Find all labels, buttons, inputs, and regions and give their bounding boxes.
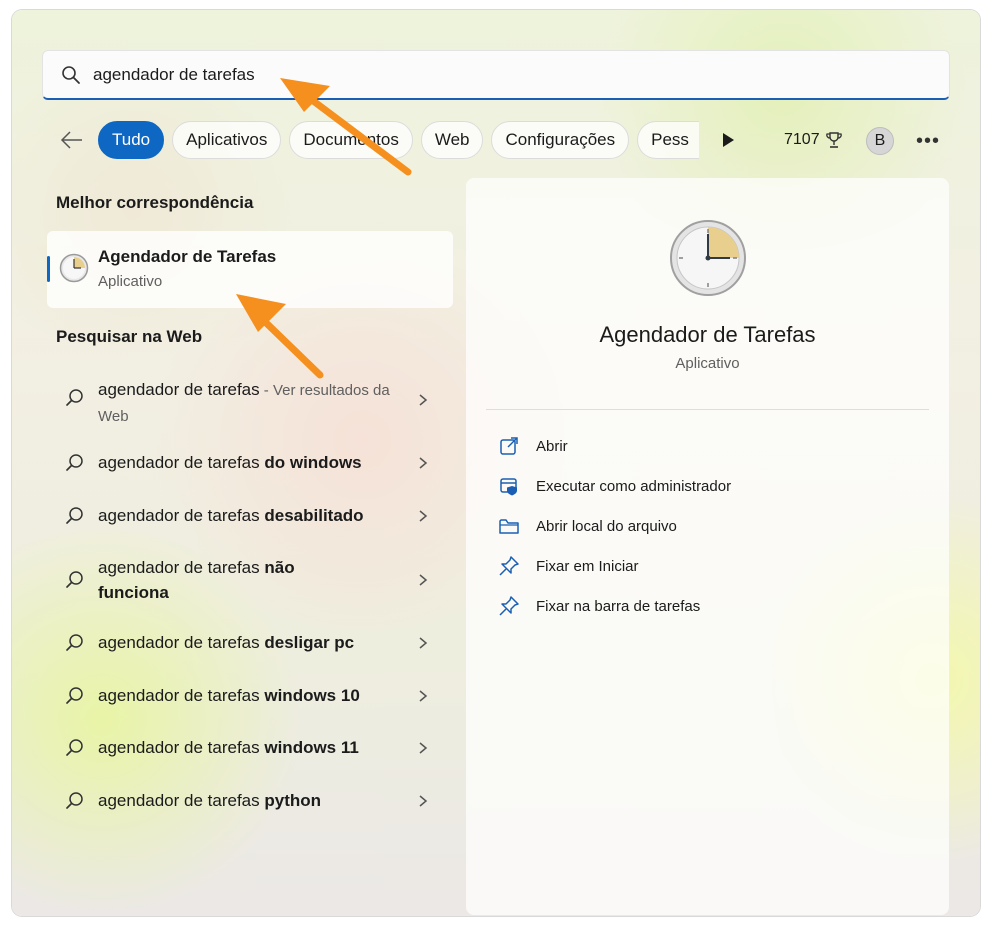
action-pin-to-start[interactable]: Fixar em Iniciar xyxy=(498,551,639,581)
web-result-text: agendador de tarefas xyxy=(98,791,265,810)
chevron-right-icon xyxy=(419,394,428,406)
action-label: Executar como administrador xyxy=(536,477,732,495)
action-label: Fixar na barra de tarefas xyxy=(536,597,701,615)
search-icon xyxy=(66,792,83,809)
web-result-text: agendador de tarefas xyxy=(98,380,260,399)
action-label: Fixar em Iniciar xyxy=(536,557,639,575)
web-result-bold: do windows xyxy=(264,453,362,472)
points-value: 7107 xyxy=(784,131,820,148)
best-match-result[interactable]: Agendador de Tarefas Aplicativo xyxy=(47,231,453,308)
search-icon xyxy=(66,687,83,704)
web-result-bold: windows 11 xyxy=(264,738,359,757)
chevron-right-icon xyxy=(419,795,428,807)
filter-chip-aplicativos[interactable]: Aplicativos xyxy=(172,121,282,159)
shield-admin-icon xyxy=(500,478,517,496)
filter-bar: Tudo Aplicativos Documentos Web Configur… xyxy=(58,120,707,160)
web-result-text: agendador de tarefas xyxy=(98,738,265,757)
best-match-name: Agendador de Tarefas xyxy=(98,247,277,266)
best-match-type: Aplicativo xyxy=(98,273,163,290)
search-box[interactable]: agendador de tarefas xyxy=(42,50,950,100)
chevron-right-icon xyxy=(419,690,428,702)
more-options-icon[interactable]: ••• xyxy=(916,130,940,153)
pin-icon xyxy=(499,556,519,576)
web-result-bold: windows 10 xyxy=(264,686,360,705)
chevron-right-icon xyxy=(419,637,428,649)
web-result-text: agendador de tarefas xyxy=(98,453,265,472)
folder-icon xyxy=(499,519,519,534)
search-icon xyxy=(66,571,83,588)
selection-indicator xyxy=(47,256,50,282)
chevron-right-icon xyxy=(419,510,428,522)
action-run-as-admin[interactable]: Executar como administrador xyxy=(498,471,731,501)
web-result-bold: desabilitado xyxy=(264,506,364,525)
action-label: Abrir local do arquivo xyxy=(536,517,677,535)
search-icon xyxy=(66,507,83,524)
action-pin-to-taskbar[interactable]: Fixar na barra de tarefas xyxy=(498,591,700,621)
clock-app-icon xyxy=(670,220,746,296)
detail-app-type: Aplicativo xyxy=(675,355,740,372)
filter-chip-pessoas[interactable]: Pess xyxy=(637,121,700,159)
arrow-left-icon xyxy=(60,131,82,149)
search-icon xyxy=(62,65,80,84)
rewards-points[interactable]: 7107 xyxy=(784,130,844,150)
action-open-file-location[interactable]: Abrir local do arquivo xyxy=(498,511,677,541)
web-result-text: agendador de tarefas xyxy=(98,558,265,577)
search-icon xyxy=(66,454,83,471)
clock-app-icon xyxy=(59,253,89,283)
action-label: Abrir xyxy=(536,437,568,455)
web-result-text: agendador de tarefas xyxy=(98,506,265,525)
filter-chip-documentos[interactable]: Documentos xyxy=(289,121,413,159)
user-avatar[interactable]: B xyxy=(866,127,894,155)
detail-divider xyxy=(486,409,929,410)
chevron-right-icon xyxy=(419,742,428,754)
detail-app-name: Agendador de Tarefas xyxy=(599,322,816,347)
scroll-right-play-icon[interactable] xyxy=(720,130,736,150)
pin-icon xyxy=(499,596,519,616)
web-search-heading: Pesquisar na Web xyxy=(56,327,203,346)
filter-chip-tudo[interactable]: Tudo xyxy=(98,121,165,159)
filter-chip-configuracoes[interactable]: Configurações xyxy=(491,121,630,159)
filter-chip-web[interactable]: Web xyxy=(420,121,484,159)
web-result-text: agendador de tarefas xyxy=(98,633,265,652)
open-external-icon xyxy=(500,437,518,455)
search-icon xyxy=(66,634,83,651)
detail-pane: Agendador de Tarefas Aplicativo Abrir Ex… xyxy=(466,178,949,915)
chevron-right-icon xyxy=(419,574,428,586)
web-result-bold: desligar pc xyxy=(264,633,355,652)
search-input[interactable]: agendador de tarefas xyxy=(93,65,255,85)
search-icon xyxy=(66,389,83,406)
best-match-heading: Melhor correspondência xyxy=(56,193,254,212)
trophy-icon xyxy=(825,132,842,148)
web-result-text: agendador de tarefas xyxy=(98,686,265,705)
back-button[interactable] xyxy=(58,126,86,154)
action-open[interactable]: Abrir xyxy=(498,431,568,461)
web-result-bold: python xyxy=(264,791,322,810)
search-icon xyxy=(66,739,83,756)
chevron-right-icon xyxy=(419,457,428,469)
